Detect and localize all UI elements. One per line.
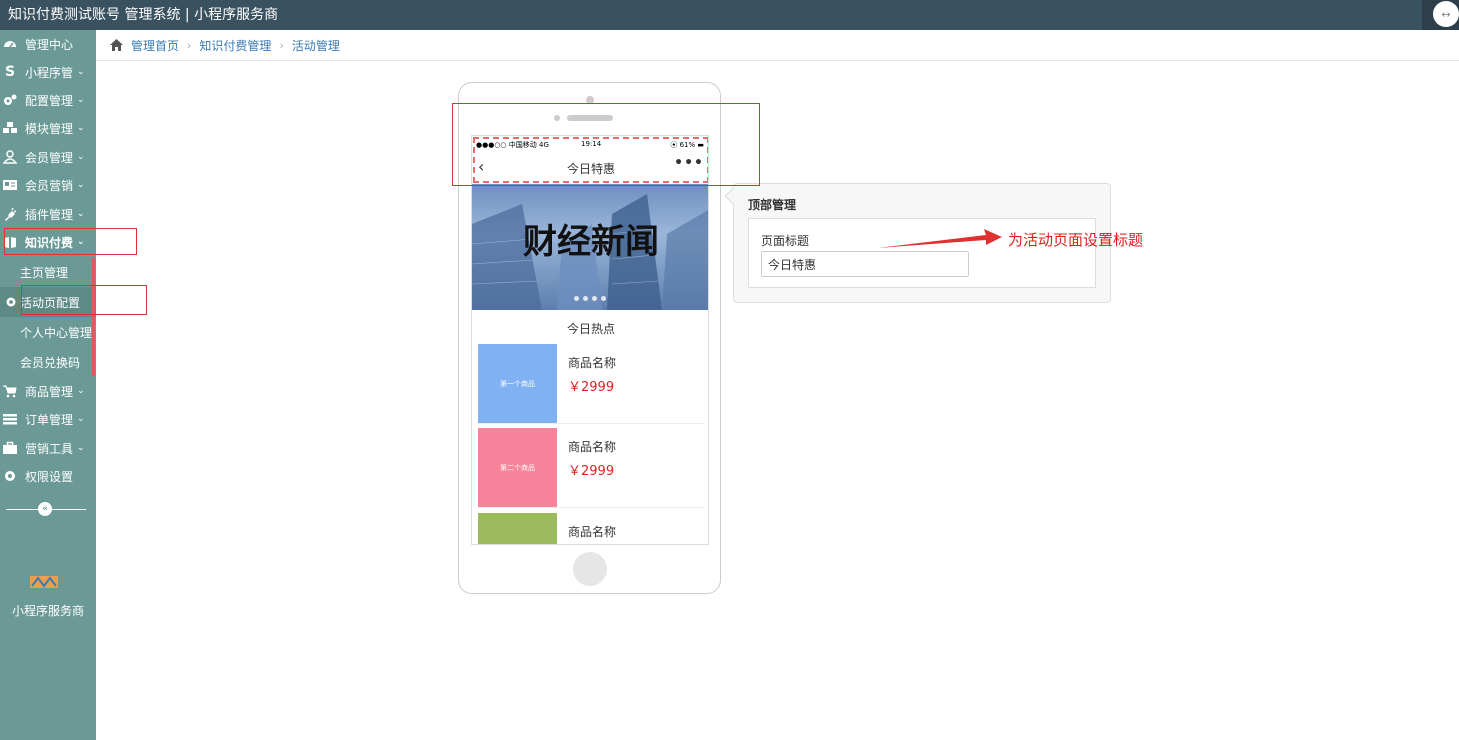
chevron-down-icon: ⌄ <box>77 386 85 396</box>
list-icon <box>3 412 17 426</box>
banner-title: 财经新闻 <box>523 222 659 262</box>
sidebar-item-products[interactable]: 商品管理 ⌄ <box>0 377 96 405</box>
sidebar-item-dashboard[interactable]: 管理中心 <box>0 30 96 58</box>
product-name: 商品名称 <box>568 356 617 370</box>
sidebar-item-label: 会员管理 <box>25 150 74 165</box>
sidebar-item-modules[interactable]: 模块管理 ⌄ <box>0 114 96 142</box>
breadcrumb-activity[interactable]: 活动管理 <box>292 37 340 54</box>
app-title: 知识付费测试账号 管理系统 | 小程序服务商 <box>8 7 279 23</box>
sidebar-item-label: 订单管理 <box>25 412 74 427</box>
sidebar-item-orders[interactable]: 订单管理 ⌄ <box>0 405 96 433</box>
annotation-box-submenu <box>21 285 147 315</box>
product-name: 商品名称 <box>568 440 617 454</box>
chevron-down-icon: ⌄ <box>77 180 85 190</box>
panel-heading: 顶部管理 <box>748 198 797 212</box>
gear-icon <box>5 296 17 308</box>
briefcase-icon <box>3 441 17 455</box>
home-icon <box>110 39 123 51</box>
product-price: ￥2999 <box>568 380 615 395</box>
sidebar-item-label: 插件管理 <box>25 207 74 222</box>
product-card[interactable]: 商品名称 <box>478 513 704 544</box>
breadcrumb-home[interactable]: 管理首页 <box>131 37 179 54</box>
sidebar-item-permissions[interactable]: 权限设置 <box>0 462 96 490</box>
sidebar-item-label: 营销工具 <box>25 441 74 456</box>
sidebar-item-members[interactable]: 会员管理 ⌄ <box>0 143 96 171</box>
chevron-down-icon: ⌄ <box>77 95 85 105</box>
active-indicator <box>92 258 95 376</box>
product-card[interactable]: 第二个商品 商品名称 ￥2999 <box>478 428 704 508</box>
brand-name: 小程序服务商 <box>11 604 84 618</box>
chevron-down-icon: ⌄ <box>77 209 85 219</box>
annotation-arrow-icon <box>878 229 1002 248</box>
top-bar: 知识付费测试账号 管理系统 | 小程序服务商 ↔ <box>0 0 1459 30</box>
annotation-box-header <box>452 103 760 186</box>
gears-icon <box>3 93 17 107</box>
breadcrumb-separator-icon: › <box>187 38 192 52</box>
id-card-icon <box>3 178 17 192</box>
avatar[interactable]: ↔ <box>1433 1 1459 27</box>
collapse-sidebar-button[interactable]: « <box>38 502 52 516</box>
s-logo-icon: S <box>4 64 16 80</box>
product-image: 第二个商品 <box>478 428 557 507</box>
sidebar-item-label: 管理中心 <box>25 37 74 52</box>
popover-arrow <box>724 187 742 205</box>
annotation-box-menu <box>4 228 137 255</box>
sidebar-item-label: 配置管理 <box>25 93 74 108</box>
annotation-note: 为活动页面设置标题 <box>1008 231 1144 249</box>
breadcrumb-knowledge[interactable]: 知识付费管理 <box>199 37 271 54</box>
page-title-label: 页面标题 <box>761 234 810 248</box>
dashboard-icon <box>3 37 17 51</box>
sub-item-label: 会员兑换码 <box>20 355 81 370</box>
sub-item-home-manage[interactable]: 主页管理 <box>0 257 96 287</box>
cart-icon <box>3 384 17 398</box>
plug-icon <box>3 207 17 221</box>
phone-home-button <box>573 552 607 586</box>
sub-item-label: 个人中心管理 <box>20 325 93 340</box>
product-price: ￥2999 <box>568 464 615 479</box>
avatar-area[interactable]: ↔ <box>1422 0 1459 30</box>
breadcrumb: 管理首页 › 知识付费管理 › 活动管理 <box>96 30 1459 61</box>
sidebar-item-miniprogram[interactable]: S 小程序管 ⌄ <box>0 58 96 86</box>
chevron-down-icon: ⌄ <box>77 152 85 162</box>
sidebar-item-member-marketing[interactable]: 会员营销 ⌄ <box>0 171 96 199</box>
brand-logo-icon <box>30 576 58 588</box>
page-title-input[interactable] <box>761 251 969 277</box>
cubes-icon <box>3 121 17 135</box>
product-image: 第一个商品 <box>478 344 557 423</box>
breadcrumb-separator-icon: › <box>279 38 284 52</box>
product-image <box>478 513 557 544</box>
sidebar-item-label: 商品管理 <box>25 384 74 399</box>
section-title: 今日热点 <box>566 322 615 336</box>
sidebar-item-plugins[interactable]: 插件管理 ⌄ <box>0 200 96 228</box>
chevron-down-icon: ⌄ <box>77 443 85 453</box>
phone-screen: ●●●○○ 中国移动 4G 19:14 ⦿ 61% ▬ ‹ 今日特惠 ••• 财… <box>471 135 709 545</box>
chevron-down-icon: ⌄ <box>77 414 85 424</box>
carousel-dots[interactable] <box>574 296 606 301</box>
sub-item-redeem-code[interactable]: 会员兑换码 <box>0 347 96 377</box>
user-icon <box>3 150 17 164</box>
product-name: 商品名称 <box>568 525 617 539</box>
chevron-down-icon: ⌄ <box>77 67 85 77</box>
banner-image[interactable]: 财经新闻 <box>472 184 708 310</box>
sidebar-item-label: 小程序管 <box>25 65 74 80</box>
sub-item-label: 主页管理 <box>20 265 69 280</box>
sidebar-item-marketing-tools[interactable]: 营销工具 ⌄ <box>0 434 96 462</box>
sidebar: 管理中心 S 小程序管 ⌄ 配置管理 ⌄ 模块管理 ⌄ 会员管理 ⌄ 会员营销 … <box>0 30 96 740</box>
gear-icon <box>3 469 17 483</box>
sidebar-item-label: 权限设置 <box>25 469 74 484</box>
product-card[interactable]: 第一个商品 商品名称 ￥2999 <box>478 344 704 424</box>
chevron-down-icon: ⌄ <box>77 123 85 133</box>
sub-item-profile-manage[interactable]: 个人中心管理 <box>0 317 96 347</box>
sidebar-item-label: 模块管理 <box>25 121 74 136</box>
sidebar-item-label: 会员营销 <box>25 178 74 193</box>
sidebar-item-config[interactable]: 配置管理 ⌄ <box>0 86 96 114</box>
